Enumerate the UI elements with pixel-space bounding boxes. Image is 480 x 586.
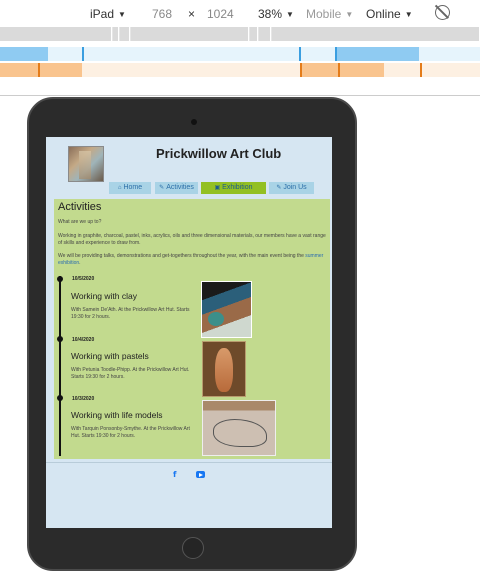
mq-segment[interactable] — [82, 47, 84, 61]
zoom-select[interactable]: 38% ▼ — [258, 6, 294, 22]
dimension-separator: × — [188, 7, 196, 21]
network-select[interactable]: Online ▼ — [366, 6, 413, 22]
device-select-label: iPad — [90, 7, 115, 21]
nav-exhibition[interactable]: ▣ Exhibition — [201, 182, 266, 194]
timeline-dot — [57, 276, 63, 282]
nav-join-us[interactable]: ✎ Join Us — [269, 182, 314, 194]
zoom-select-label: 38% — [258, 7, 283, 21]
event-title: Working with pastels — [71, 351, 149, 361]
home-icon: ⌂ — [117, 185, 122, 191]
timeline-dot — [57, 395, 63, 401]
chevron-down-icon: ▼ — [286, 10, 294, 19]
chevron-down-icon: ▼ — [118, 10, 126, 19]
chevron-down-icon: ▼ — [345, 10, 354, 19]
mq-segment[interactable] — [250, 27, 258, 41]
intro-paragraph: Working in graphite, charcoal, pastel, i… — [58, 233, 326, 246]
section-heading: Activities — [58, 201, 102, 213]
nav-exhibition-label: Exhibition — [222, 184, 253, 191]
mq-segment[interactable] — [299, 47, 301, 61]
event-title: Working with life models — [71, 410, 163, 420]
youtube-icon[interactable] — [196, 471, 205, 478]
clay-pottery-image[interactable] — [201, 281, 252, 338]
events-paragraph-end: . — [79, 260, 81, 266]
mq-segment[interactable] — [0, 27, 112, 41]
event-description: With Tarquin Ponsonby-Smythe. At the Pri… — [71, 426, 190, 439]
device-toolbar: iPad ▼ 768 × 1024 38% ▼ Mobile ▼ Online ▼ — [0, 0, 480, 26]
pencil-icon: ✎ — [276, 185, 282, 191]
width-input[interactable]: 768 — [152, 6, 172, 22]
throttle-select[interactable]: Mobile ▼ — [306, 6, 353, 22]
event-title: Working with clay — [71, 291, 137, 301]
footer-divider — [46, 462, 332, 463]
rotate-icon[interactable] — [435, 5, 450, 20]
media-query-bar-min-width[interactable] — [0, 63, 480, 77]
media-query-bar-grey[interactable] — [0, 27, 480, 41]
site-title: Prickwillow Art Club — [156, 146, 282, 161]
pastel-portrait-image[interactable] — [202, 341, 246, 397]
nav-activities-label: Activities — [166, 184, 194, 191]
mq-segment[interactable] — [420, 63, 480, 77]
nav-home-label: Home — [123, 184, 143, 191]
throttle-select-label: Mobile — [306, 7, 342, 21]
height-input[interactable]: 1024 — [207, 6, 234, 22]
event-date: 10/4/2020 — [72, 337, 95, 343]
chevron-down-icon: ▼ — [404, 10, 413, 19]
events-paragraph-text: We will be providing talks, demonstratio… — [58, 253, 306, 259]
toolbar-divider — [0, 95, 480, 96]
mq-segment[interactable] — [300, 63, 338, 77]
nav-join-us-label: Join Us — [283, 184, 307, 191]
camera-icon — [191, 119, 197, 125]
mq-segment[interactable] — [259, 27, 271, 41]
media-query-bar-max-width[interactable] — [0, 47, 480, 61]
mq-segment[interactable] — [272, 27, 480, 41]
mq-segment[interactable] — [0, 63, 38, 77]
mq-segment[interactable] — [120, 27, 130, 41]
facebook-icon[interactable]: f — [173, 470, 176, 479]
timeline-line — [59, 276, 61, 456]
mq-segment[interactable] — [338, 63, 384, 77]
mq-segment[interactable] — [113, 27, 119, 41]
club-logo[interactable] — [68, 146, 104, 182]
event-date: 10/5/2020 — [72, 276, 95, 282]
event-description: With Samein De'Ath. At the Prickwillow A… — [71, 307, 190, 320]
mq-segment[interactable] — [131, 27, 249, 41]
pencil-icon: ✎ — [159, 185, 165, 191]
device-select[interactable]: iPad ▼ — [90, 6, 126, 22]
picture-icon: ▣ — [214, 185, 221, 191]
timeline-dot — [57, 336, 63, 342]
event-description: With Petunia Toodle-Phipp. At the Prickw… — [71, 367, 190, 380]
nav-home[interactable]: ⌂ Home — [109, 182, 151, 194]
intro-question: What are we up to? — [58, 219, 102, 225]
mq-segment[interactable] — [335, 47, 419, 61]
life-drawing-image[interactable] — [202, 400, 276, 456]
network-select-label: Online — [366, 7, 401, 21]
emulated-page: Prickwillow Art Club ⌂ Home ✎ Activities ▣… — [46, 137, 332, 528]
event-date: 10/3/2020 — [72, 396, 95, 402]
mq-segment[interactable] — [0, 47, 48, 61]
home-button[interactable] — [182, 537, 204, 559]
nav-activities[interactable]: ✎ Activities — [155, 182, 198, 194]
events-paragraph: We will be providing talks, demonstratio… — [58, 253, 326, 267]
mq-segment[interactable] — [38, 63, 82, 77]
activities-section: Activities What are we up to? Working in… — [54, 199, 330, 459]
